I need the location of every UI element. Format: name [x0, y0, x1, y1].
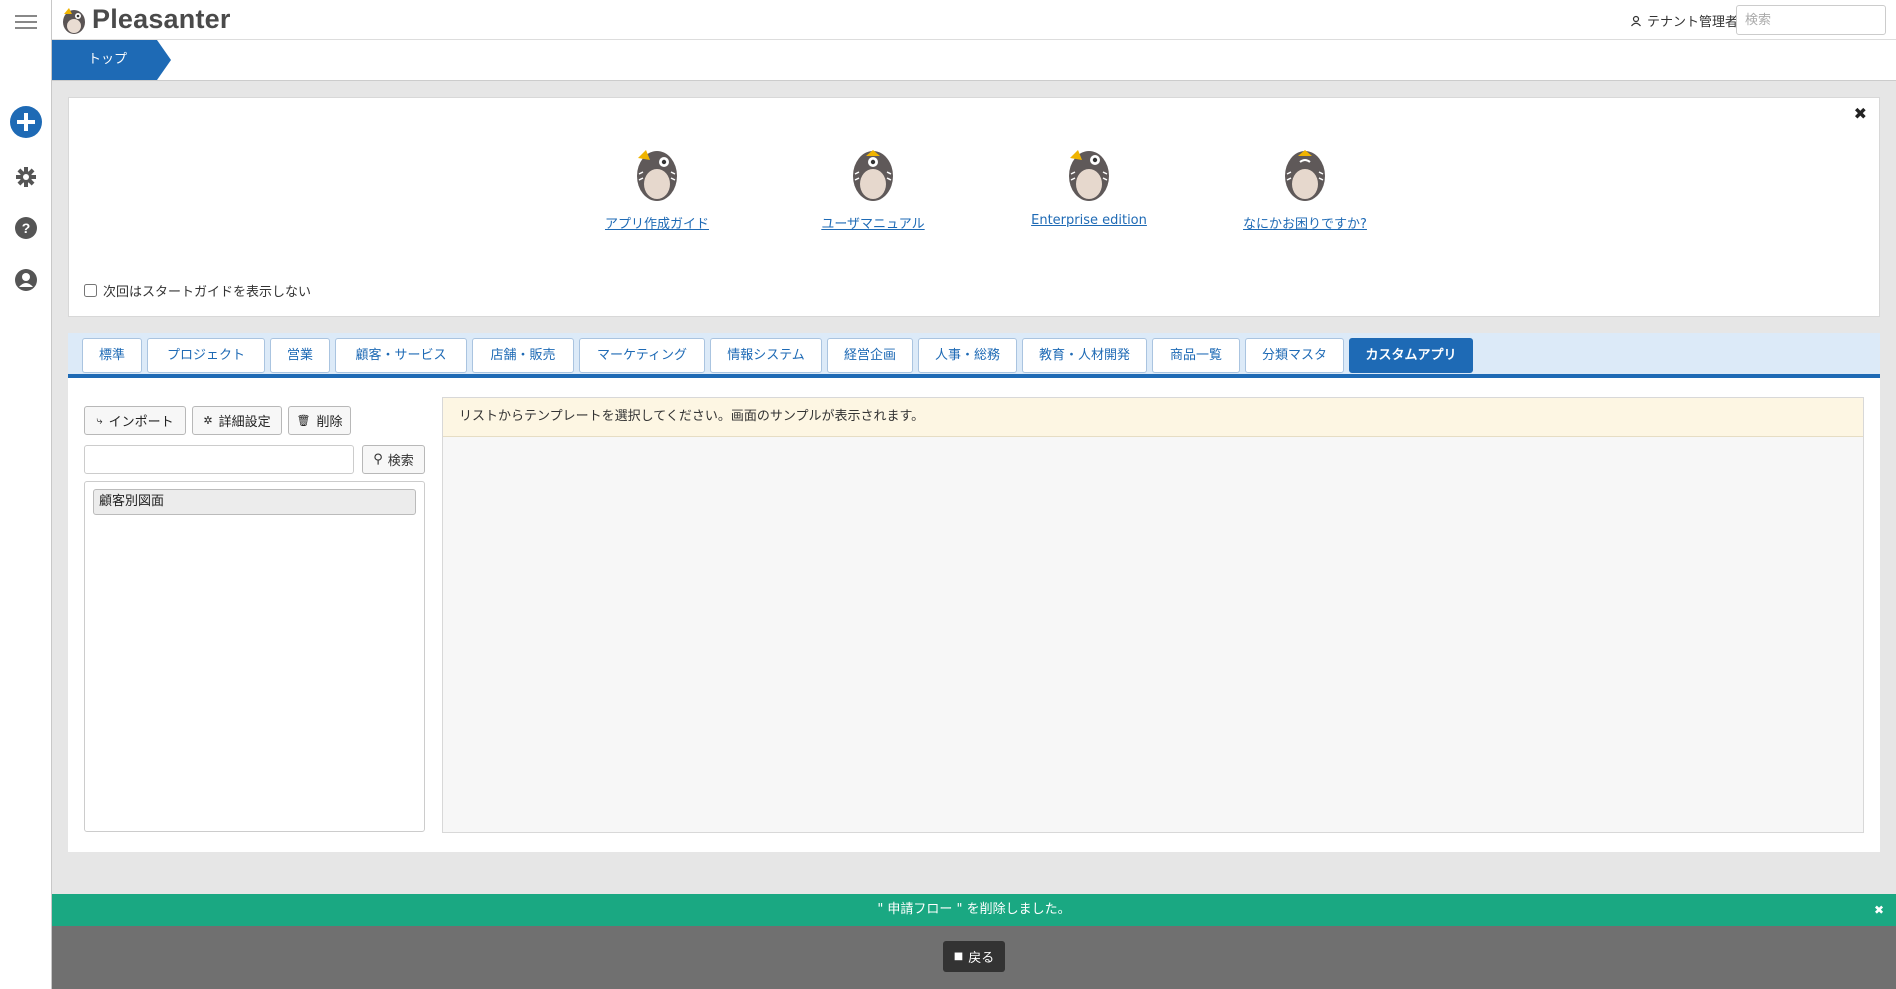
notification-message: " 申請フロー " を削除しました。 — [877, 902, 1071, 917]
tab-customer-service[interactable]: 顧客・サービス — [335, 338, 467, 373]
template-search-button[interactable]: ⚲ 検索 — [362, 445, 425, 474]
command-footer: ■ 戻る — [52, 926, 1896, 989]
brand-name: Pleasanter — [92, 4, 231, 34]
tab-standard[interactable]: 標準 — [82, 338, 142, 373]
trash-icon: 🗑 — [296, 414, 311, 427]
user-name: テナント管理者 — [1646, 15, 1738, 30]
guide-link-enterprise[interactable]: Enterprise edition — [1009, 213, 1169, 228]
global-search-input[interactable] — [1736, 5, 1886, 35]
guide-link-help[interactable]: なにかお困りですか? — [1225, 213, 1385, 232]
tab-sales[interactable]: 営業 — [270, 338, 330, 373]
tab-classification-master[interactable]: 分類マスタ — [1245, 338, 1344, 373]
template-list: 顧客別図面 — [84, 481, 425, 832]
template-content: ⤷ インポート ✲ 詳細設定 🗑 削除 ⚲ 検索 顧客別図面 リストからテンプレ… — [68, 378, 1880, 852]
hide-guide-option[interactable]: 次回はスタートガイドを表示しない — [84, 281, 311, 300]
gear-icon[interactable] — [0, 166, 52, 188]
breadcrumb-item-top[interactable]: トップ — [52, 40, 171, 80]
back-icon: ■ — [953, 951, 964, 962]
settings-button[interactable]: ✲ 詳細設定 — [192, 406, 282, 435]
breadcrumb: トップ — [52, 40, 1896, 81]
tab-hr-general[interactable]: 人事・総務 — [918, 338, 1017, 373]
tab-marketing[interactable]: マーケティング — [579, 338, 705, 373]
tab-custom-app[interactable]: カスタムアプリ — [1349, 338, 1473, 373]
tab-information-system[interactable]: 情報システム — [710, 338, 822, 373]
plus-circle-icon[interactable] — [0, 106, 52, 138]
owl-icon — [1285, 150, 1325, 201]
app-logo[interactable]: Pleasanter — [60, 4, 231, 35]
guide-link-app-guide[interactable]: アプリ作成ガイド — [577, 213, 737, 232]
user-circle-icon[interactable] — [0, 269, 52, 291]
tab-store-sales[interactable]: 店舗・販売 — [472, 338, 574, 373]
left-sidebar: ? — [0, 0, 52, 989]
owl-icon — [1069, 150, 1109, 201]
help-icon[interactable]: ? — [0, 217, 52, 239]
template-category-tabs: 標準 プロジェクト 営業 顧客・サービス 店舗・販売 マーケティング 情報システ… — [68, 333, 1880, 378]
owl-logo-icon — [63, 7, 85, 34]
owl-icon — [637, 150, 677, 201]
notification-bar: " 申請フロー " を削除しました。 ✖ — [52, 894, 1896, 926]
tab-management-planning[interactable]: 経営企画 — [827, 338, 913, 373]
guide-item-app-guide[interactable]: アプリ作成ガイド — [577, 142, 737, 232]
guide-item-user-manual[interactable]: ユーザマニュアル — [793, 142, 953, 232]
delete-button[interactable]: 🗑 削除 — [288, 406, 351, 435]
gear-icon: ✲ — [203, 414, 213, 427]
owl-icon — [853, 150, 893, 201]
import-button[interactable]: ⤷ インポート — [84, 406, 186, 435]
hide-guide-checkbox[interactable] — [84, 284, 97, 297]
guide-item-enterprise[interactable]: Enterprise edition — [1009, 142, 1169, 228]
svg-text:?: ? — [22, 220, 31, 236]
template-preview: リストからテンプレートを選択してください。画面のサンプルが表示されます。 — [442, 397, 1864, 833]
tab-education[interactable]: 教育・人材開発 — [1022, 338, 1147, 373]
menu-icon[interactable] — [0, 14, 52, 30]
back-button[interactable]: ■ 戻る — [943, 941, 1005, 972]
user-icon — [1631, 15, 1641, 26]
preview-message: リストからテンプレートを選択してください。画面のサンプルが表示されます。 — [443, 398, 1863, 437]
top-header: Pleasanter テナント管理者 — [52, 0, 1896, 40]
tab-product-list[interactable]: 商品一覧 — [1152, 338, 1240, 373]
hide-guide-label: 次回はスタートガイドを表示しない — [103, 285, 312, 300]
user-menu[interactable]: テナント管理者 — [1630, 11, 1738, 30]
guide-link-user-manual[interactable]: ユーザマニュアル — [793, 213, 953, 232]
template-search-input[interactable] — [84, 445, 354, 474]
close-icon[interactable]: ✖ — [1854, 104, 1867, 123]
guide-item-help[interactable]: なにかお困りですか? — [1225, 142, 1385, 232]
tab-project[interactable]: プロジェクト — [147, 338, 265, 373]
search-icon: ⚲ — [373, 452, 383, 467]
main-area: ✖ アプリ作成ガイド ユーザマニュアル Enterprise edition な… — [52, 81, 1896, 894]
start-guide-panel: ✖ アプリ作成ガイド ユーザマニュアル Enterprise edition な… — [68, 97, 1880, 317]
list-item[interactable]: 顧客別図面 — [93, 489, 416, 515]
close-icon[interactable]: ✖ — [1874, 894, 1884, 926]
import-icon: ⤷ — [96, 413, 103, 427]
